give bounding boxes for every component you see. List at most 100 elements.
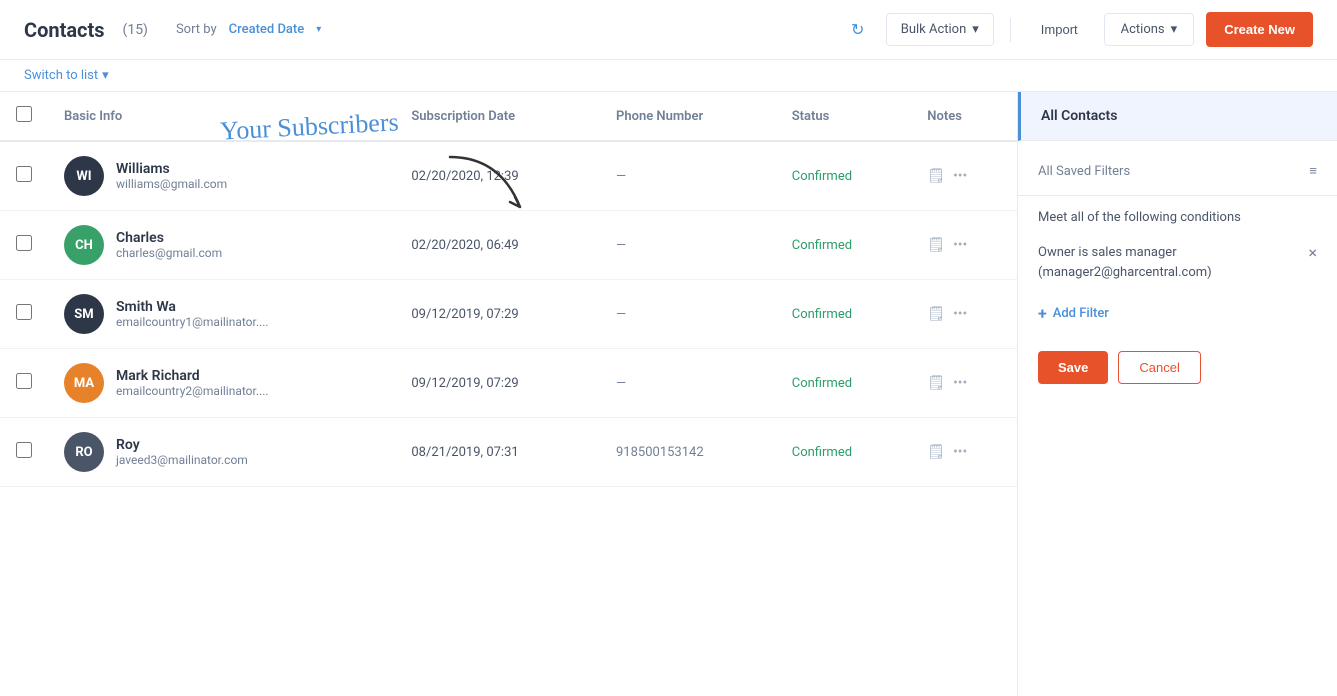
avatar-4: RO xyxy=(64,432,104,472)
contact-name-1[interactable]: Charles xyxy=(116,230,222,246)
status-cell-0: Confirmed xyxy=(776,141,912,211)
table-row: SM Smith Wa emailcountry1@mailinator....… xyxy=(0,280,1017,349)
table-row: MA Mark Richard emailcountry2@mailinator… xyxy=(0,349,1017,418)
filter-condition-text: Owner is sales manager(manager2@gharcent… xyxy=(1038,243,1212,282)
basic-info-cell-0: WI Williams williams@gmail.com xyxy=(48,141,395,211)
save-filter-button[interactable]: Save xyxy=(1038,351,1108,384)
row-checkbox-cell-0[interactable] xyxy=(0,141,48,211)
subscription-date-cell-3: 09/12/2019, 07:29 xyxy=(395,349,600,418)
more-options-button-4[interactable]: ••• xyxy=(953,444,967,460)
subscription-date-header: Subscription Date xyxy=(395,92,600,141)
phone-cell-0: — xyxy=(600,141,776,211)
filter-row: Owner is sales manager(manager2@gharcent… xyxy=(1018,233,1337,292)
basic-info-cell-4: RO Roy javeed3@mailinator.com xyxy=(48,418,395,487)
status-header: Status xyxy=(776,92,912,141)
row-checkbox-2[interactable] xyxy=(16,304,32,320)
status-badge-3: Confirmed xyxy=(792,376,852,391)
notes-header: Notes xyxy=(911,92,1017,141)
avatar-3: MA xyxy=(64,363,104,403)
switch-list-label: Switch to list xyxy=(24,68,98,83)
row-checkbox-0[interactable] xyxy=(16,166,32,182)
filter-lines-icon: ≡ xyxy=(1309,163,1317,179)
notes-cell-1: 🗒 ••• xyxy=(911,211,1017,280)
notes-cell-4: 🗒 ••• xyxy=(911,418,1017,487)
create-new-button[interactable]: Create New xyxy=(1206,12,1313,47)
phone-number-header: Phone Number xyxy=(600,92,776,141)
page-title: Contacts xyxy=(24,18,105,42)
phone-cell-4: 918500153142 xyxy=(600,418,776,487)
avatar-0: WI xyxy=(64,156,104,196)
subscription-date-cell-4: 08/21/2019, 07:31 xyxy=(395,418,600,487)
sort-chevron-icon[interactable]: ▾ xyxy=(316,24,321,35)
all-contacts-section[interactable]: All Contacts xyxy=(1018,92,1337,141)
bulk-action-label: Bulk Action xyxy=(901,22,967,37)
status-badge-1: Confirmed xyxy=(792,238,852,253)
note-icon-3: 🗒 xyxy=(927,375,945,391)
switch-to-list-button[interactable]: Switch to list ▾ xyxy=(24,68,109,83)
note-icon-4: 🗒 xyxy=(927,444,945,460)
contact-name-3[interactable]: Mark Richard xyxy=(116,368,269,384)
phone-cell-3: — xyxy=(600,349,776,418)
contact-name-4[interactable]: Roy xyxy=(116,437,248,453)
notes-cell-0: 🗒 ••• xyxy=(911,141,1017,211)
notes-cell-2: 🗒 ••• xyxy=(911,280,1017,349)
avatar-1: CH xyxy=(64,225,104,265)
more-options-button-3[interactable]: ••• xyxy=(953,375,967,391)
row-checkbox-4[interactable] xyxy=(16,442,32,458)
subscription-date-cell-1: 02/20/2020, 06:49 xyxy=(395,211,600,280)
status-cell-2: Confirmed xyxy=(776,280,912,349)
contacts-table: Basic Info Subscription Date Phone Numbe… xyxy=(0,92,1017,487)
row-checkbox-cell-1[interactable] xyxy=(0,211,48,280)
table-row: CH Charles charles@gmail.com 02/20/2020,… xyxy=(0,211,1017,280)
status-badge-2: Confirmed xyxy=(792,307,852,322)
contact-name-2[interactable]: Smith Wa xyxy=(116,299,269,315)
table-row: WI Williams williams@gmail.com 02/20/202… xyxy=(0,141,1017,211)
switch-chevron-icon: ▾ xyxy=(102,68,109,83)
row-checkbox-1[interactable] xyxy=(16,235,32,251)
bulk-action-button[interactable]: Bulk Action ▾ xyxy=(886,13,994,46)
avatar-2: SM xyxy=(64,294,104,334)
select-all-checkbox[interactable] xyxy=(16,106,32,122)
status-badge-0: Confirmed xyxy=(792,169,852,184)
basic-info-cell-2: SM Smith Wa emailcountry1@mailinator.... xyxy=(48,280,395,349)
phone-cell-1: — xyxy=(600,211,776,280)
phone-cell-2: — xyxy=(600,280,776,349)
contact-name-0[interactable]: Williams xyxy=(116,161,227,177)
divider xyxy=(1010,18,1011,42)
conditions-label: Meet all of the following conditions xyxy=(1018,196,1337,233)
status-cell-3: Confirmed xyxy=(776,349,912,418)
more-options-button-0[interactable]: ••• xyxy=(953,168,967,184)
contact-email-1: charles@gmail.com xyxy=(116,246,222,260)
actions-chevron-icon: ▾ xyxy=(1171,22,1178,37)
close-filter-button[interactable]: × xyxy=(1308,243,1317,262)
contact-email-0: williams@gmail.com xyxy=(116,177,227,191)
contacts-count: (15) xyxy=(123,22,148,38)
refresh-button[interactable]: ↻ xyxy=(842,14,874,46)
row-checkbox-cell-2[interactable] xyxy=(0,280,48,349)
more-options-button-1[interactable]: ••• xyxy=(953,237,967,253)
row-checkbox-3[interactable] xyxy=(16,373,32,389)
sort-value[interactable]: Created Date xyxy=(229,22,305,37)
note-icon-2: 🗒 xyxy=(927,306,945,322)
saved-filters-label: All Saved Filters xyxy=(1038,164,1130,179)
contact-email-2: emailcountry1@mailinator.... xyxy=(116,315,269,329)
row-checkbox-cell-3[interactable] xyxy=(0,349,48,418)
status-cell-1: Confirmed xyxy=(776,211,912,280)
row-checkbox-cell-4[interactable] xyxy=(0,418,48,487)
cancel-filter-button[interactable]: Cancel xyxy=(1118,351,1200,384)
note-icon-0: 🗒 xyxy=(927,168,945,184)
all-contacts-label: All Contacts xyxy=(1041,108,1317,124)
add-filter-label: Add Filter xyxy=(1053,306,1109,321)
status-badge-4: Confirmed xyxy=(792,445,852,460)
subscription-date-cell-0: 02/20/2020, 12:39 xyxy=(395,141,600,211)
more-options-button-2[interactable]: ••• xyxy=(953,306,967,322)
basic-info-header: Basic Info xyxy=(48,92,395,141)
select-all-header[interactable] xyxy=(0,92,48,141)
basic-info-cell-1: CH Charles charles@gmail.com xyxy=(48,211,395,280)
actions-label: Actions xyxy=(1121,22,1165,37)
note-icon-1: 🗒 xyxy=(927,237,945,253)
add-filter-button[interactable]: + Add Filter xyxy=(1018,292,1337,335)
actions-button[interactable]: Actions ▾ xyxy=(1104,13,1195,46)
saved-filters-section[interactable]: All Saved Filters ≡ xyxy=(1018,141,1337,196)
import-button[interactable]: Import xyxy=(1027,14,1092,45)
